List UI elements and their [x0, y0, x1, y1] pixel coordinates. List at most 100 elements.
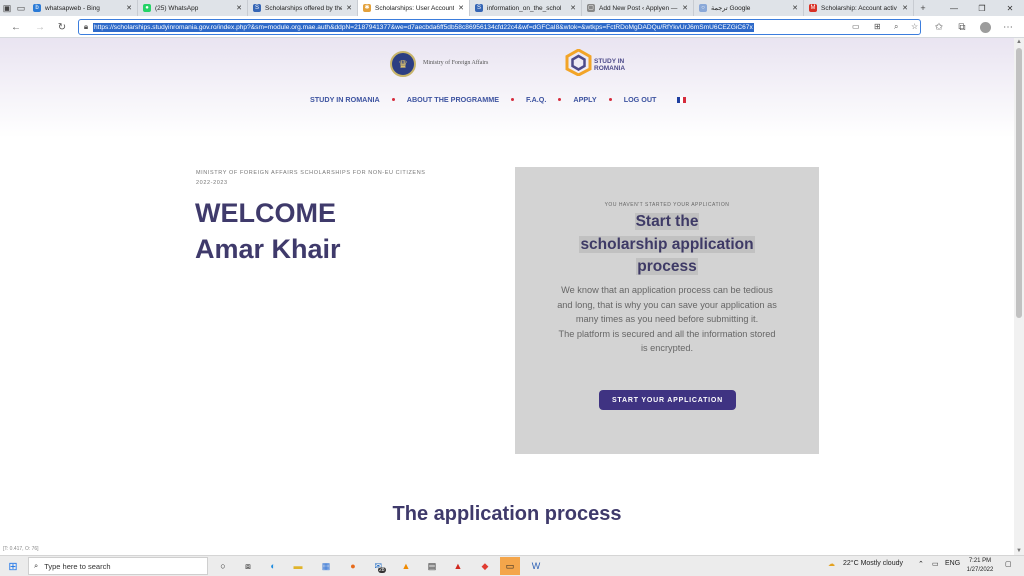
weather-text[interactable]: 22°C Mostly cloudy: [843, 560, 903, 567]
card-title-line-3: process: [636, 258, 698, 275]
notifications-icon[interactable]: ▢: [1005, 560, 1012, 568]
firefox-icon[interactable]: ●: [345, 558, 361, 574]
back-icon[interactable]: ←: [8, 19, 24, 35]
menu-apply[interactable]: APPLY: [573, 95, 596, 104]
network-icon[interactable]: ▭: [932, 560, 939, 568]
scrollbar-thumb[interactable]: [1016, 48, 1022, 318]
system-clock[interactable]: 7:21 PM 1/27/2022: [960, 557, 1000, 575]
tab-close-icon[interactable]: ✕: [792, 4, 798, 12]
forward-icon[interactable]: →: [32, 19, 48, 35]
browser-tab[interactable]: M Scholarship: Account activ ✕: [804, 0, 914, 16]
tab-favicon-icon: S: [253, 4, 261, 12]
tab-favicon-icon: M: [809, 4, 817, 12]
mail-icon[interactable]: ✉ 28: [372, 558, 388, 574]
mail-badge: 28: [377, 567, 386, 573]
snipping-tool-icon[interactable]: ▭: [500, 557, 520, 575]
welcome-heading: WELCOME: [195, 198, 336, 228]
browser-tab[interactable]: Sinformation_on_the_schol ✕: [470, 0, 582, 16]
ministry-crest-icon[interactable]: ♛: [390, 51, 416, 77]
ministry-name[interactable]: Ministry of Foreign Affairs: [423, 60, 488, 66]
tab-actions-icon[interactable]: ▣: [0, 0, 14, 16]
tab-favicon-icon: b: [33, 4, 41, 12]
academic-year: 2022-2023: [196, 180, 228, 186]
settings-more-icon[interactable]: ⋯: [1000, 19, 1016, 35]
store-icon[interactable]: ▦: [318, 558, 334, 574]
browser-tab[interactable]: ○ ترجمة Google ✕: [694, 0, 804, 16]
coordinate-readout: [T: 0.417, O: 76]: [3, 546, 39, 552]
task-view-icon[interactable]: ⧈: [240, 558, 256, 574]
tab-title: Add New Post ‹ Applyen —: [599, 4, 678, 12]
apps-icon[interactable]: ⊞: [874, 22, 881, 31]
taskbar-search[interactable]: ⌕ Type here to search: [28, 557, 208, 575]
refresh-icon[interactable]: ↻: [54, 19, 70, 35]
search-page-icon[interactable]: ⌕: [894, 22, 898, 32]
workspaces-icon[interactable]: ▭: [14, 0, 28, 16]
close-window-icon[interactable]: ✕: [996, 0, 1024, 16]
tab-close-icon[interactable]: ✕: [126, 4, 132, 12]
menu-faq[interactable]: F.A.Q.: [526, 95, 546, 104]
word-icon[interactable]: W: [528, 558, 544, 574]
acrobat-icon[interactable]: ▲: [450, 558, 466, 574]
tab-close-icon[interactable]: ✕: [346, 4, 352, 12]
menu-study-in-romania[interactable]: STUDY IN ROMANIA: [310, 95, 380, 104]
cortana-icon[interactable]: ○: [215, 558, 231, 574]
read-aloud-icon[interactable]: ▭: [852, 22, 860, 31]
french-flag-icon[interactable]: [677, 96, 687, 103]
application-status-note: YOU HAVEN'T STARTED YOUR APPLICATION: [604, 202, 730, 208]
minimize-icon[interactable]: —: [940, 0, 968, 16]
card-description-1: We know that an application process can …: [557, 285, 777, 324]
vlc-icon[interactable]: ▲: [398, 558, 414, 574]
anydesk-icon[interactable]: ◆: [477, 558, 493, 574]
study-in-romania-logo-icon[interactable]: [565, 49, 592, 76]
restore-icon[interactable]: ❐: [968, 0, 996, 16]
tab-favicon-icon: ▢: [587, 4, 595, 12]
browser-tab[interactable]: S Scholarships offered by the ✕: [248, 0, 358, 16]
lock-icon[interactable]: 🔒︎: [79, 22, 93, 32]
scroll-down-icon[interactable]: ▼: [1014, 548, 1024, 554]
collections-icon[interactable]: ⧉: [954, 19, 970, 35]
taskbar-search-placeholder: Type here to search: [44, 561, 111, 571]
page-header: [0, 38, 1014, 138]
url-text[interactable]: https://scholarships.studyinromania.gov.…: [93, 22, 754, 32]
tab-strip: ▣ ▭ b whatsapweb - Bing ✕ ● (25) WhatsApp ✕ S S…: [0, 0, 1024, 16]
tray-chevron-icon[interactable]: ⌃: [918, 560, 924, 568]
calculator-icon[interactable]: ▤: [424, 558, 440, 574]
tab-close-icon[interactable]: ✕: [236, 4, 242, 12]
browser-tab[interactable]: b whatsapweb - Bing ✕: [28, 0, 138, 16]
browser-tab[interactable]: ▢ Add New Post ‹ Applyen — ✕: [582, 0, 694, 16]
page-scrollbar[interactable]: ▲ ▼: [1014, 38, 1024, 555]
language-indicator[interactable]: ENG: [945, 560, 960, 567]
weather-icon[interactable]: ☁: [828, 560, 835, 568]
card-description: We know that an application process can …: [555, 283, 779, 356]
tab-title: ترجمة Google: [711, 5, 751, 12]
brand-text[interactable]: STUDY IN ROMANIA: [594, 58, 644, 72]
profile-avatar[interactable]: [977, 19, 993, 35]
menu-about-the-programme[interactable]: ABOUT THE PROGRAMME: [407, 95, 499, 104]
favorites-icon[interactable]: ✩: [931, 19, 947, 35]
search-icon: ⌕: [34, 561, 39, 570]
favorite-star-icon[interactable]: ☆: [911, 22, 918, 31]
browser-tab[interactable]: ✱ Scholarships: User Account ✕: [358, 0, 470, 16]
user-name: Amar Khair: [195, 234, 341, 264]
brand-line-1: STUDY IN: [594, 58, 625, 65]
tab-close-icon[interactable]: ✕: [458, 4, 464, 12]
scroll-up-icon[interactable]: ▲: [1014, 39, 1024, 45]
menu-log-out[interactable]: LOG OUT: [624, 95, 657, 104]
menu-separator: [608, 98, 612, 101]
clock-time: 7:21 PM: [968, 558, 992, 564]
tab-close-icon[interactable]: ✕: [570, 4, 576, 12]
file-explorer-icon[interactable]: ▬: [290, 558, 306, 574]
address-bar[interactable]: 🔒︎ https://scholarships.studyinromania.g…: [78, 19, 921, 35]
windows-start-icon[interactable]: ⊞: [5, 558, 21, 574]
new-tab-icon[interactable]: +: [914, 0, 932, 16]
menu-separator: [511, 98, 514, 101]
tab-title: Scholarships offered by the: [265, 4, 343, 12]
start-application-button[interactable]: START YOUR APPLICATION: [599, 390, 736, 410]
windows-taskbar: ⊞ ⌕ Type here to search ○ ⧈ ◐ ▬ ▦ ● ✉ 28 …: [0, 555, 1024, 576]
application-card: YOU HAVEN'T STARTED YOUR APPLICATION Sta…: [515, 167, 819, 454]
browser-tab[interactable]: ● (25) WhatsApp ✕: [138, 0, 248, 16]
edge-icon[interactable]: ◐: [265, 558, 281, 574]
tab-favicon-icon: S: [475, 4, 483, 12]
tab-close-icon[interactable]: ✕: [902, 4, 908, 12]
tab-close-icon[interactable]: ✕: [682, 4, 688, 12]
